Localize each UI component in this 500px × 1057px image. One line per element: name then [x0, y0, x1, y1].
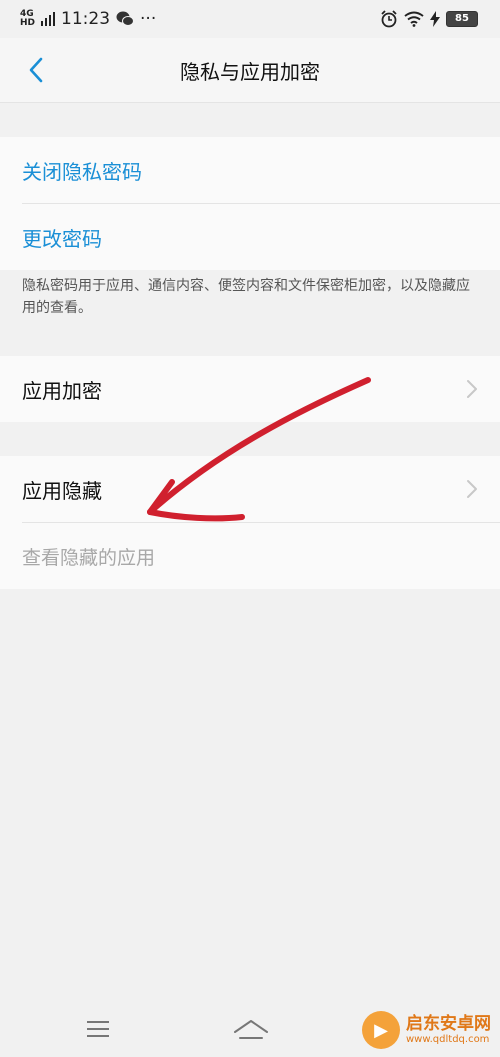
- status-time: 11:23: [61, 9, 111, 29]
- title-bar: 隐私与应用加密: [0, 38, 500, 103]
- home-icon: [234, 1020, 268, 1039]
- change-password-item[interactable]: 更改密码: [0, 204, 500, 270]
- menu-button[interactable]: [86, 1020, 110, 1042]
- signal-icon: [41, 12, 56, 26]
- app-encrypt-item[interactable]: 应用加密: [0, 356, 500, 422]
- battery-indicator: 85: [446, 11, 478, 27]
- more-notifications: ···: [140, 9, 157, 29]
- close-privacy-password-label: 关闭隐私密码: [22, 159, 142, 184]
- change-password-label: 更改密码: [22, 226, 102, 251]
- home-button[interactable]: [233, 1018, 269, 1044]
- network-indicator: 4G HD: [20, 9, 36, 28]
- watermark: ▶ 启东安卓网 www.qdltdq.com: [362, 1005, 500, 1055]
- charging-icon: [430, 11, 440, 27]
- back-button[interactable]: [20, 54, 52, 86]
- watermark-logo-icon: ▶: [362, 1011, 400, 1049]
- view-hidden-apps-item[interactable]: 查看隐藏的应用: [0, 523, 500, 589]
- watermark-url: www.qdltdq.com: [406, 1034, 490, 1045]
- view-hidden-apps-label: 查看隐藏的应用: [22, 546, 156, 569]
- app-encrypt-label: 应用加密: [22, 378, 102, 403]
- app-encrypt-section: 应用加密: [0, 356, 500, 422]
- app-hide-section: 应用隐藏 查看隐藏的应用: [0, 456, 500, 589]
- status-bar: 4G HD 11:23 ··· 85: [0, 0, 500, 38]
- chevron-left-icon: [29, 57, 43, 83]
- privacy-password-description: 隐私密码用于应用、通信内容、便签内容和文件保密柜加密，以及隐藏应用的查看。: [22, 278, 470, 316]
- password-section: 关闭隐私密码 更改密码: [0, 137, 500, 270]
- page-title: 隐私与应用加密: [180, 59, 320, 84]
- watermark-name: 启东安卓网: [406, 1014, 491, 1034]
- wifi-icon: [404, 11, 424, 27]
- close-privacy-password-item[interactable]: 关闭隐私密码: [0, 137, 500, 203]
- app-hide-item[interactable]: 应用隐藏: [0, 456, 500, 522]
- chevron-right-icon: [467, 380, 477, 398]
- wechat-icon: [116, 11, 135, 26]
- alarm-icon: [381, 10, 397, 28]
- menu-icon: [87, 1021, 109, 1037]
- app-hide-label: 应用隐藏: [22, 478, 102, 503]
- chevron-right-icon: [467, 480, 477, 498]
